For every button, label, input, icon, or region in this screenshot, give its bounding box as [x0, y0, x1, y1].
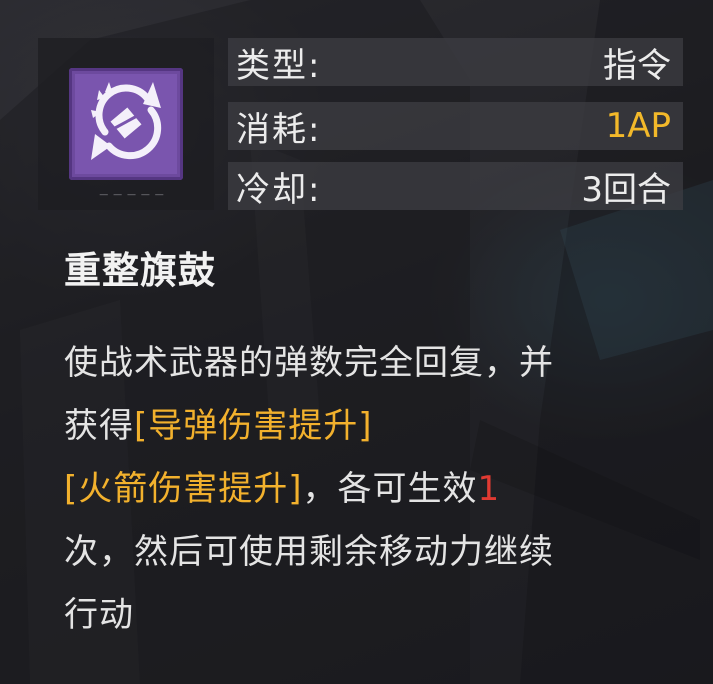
cost-value: 1AP [605, 106, 671, 146]
buff-missile-damage: [导弹伤害提升] [134, 406, 373, 446]
stat-row-cost: 消耗: 1AP [228, 102, 683, 150]
stat-row-type: 类型: 指令 [228, 38, 683, 86]
type-label: 类型: [236, 45, 322, 86]
description-line-5: 行动 [64, 595, 134, 635]
description-line-1: 使战术武器的弹数完全回复，并 [64, 343, 554, 383]
description-line-4: 次，然后可使用剩余移动力继续 [64, 532, 554, 572]
description-line-3: [火箭伤害提升]，各可生效1 [64, 458, 689, 521]
shield-arrow-icon [69, 68, 183, 180]
description-line-2: 获得[导弹伤害提升] [64, 395, 689, 458]
skill-description: 使战术武器的弹数完全回复，并 获得[导弹伤害提升] [火箭伤害提升]，各可生效1… [64, 332, 689, 647]
cooldown-value: 3回合 [581, 169, 671, 210]
icon-caption-text: — — — — — [99, 190, 165, 200]
buff-rocket-damage: [火箭伤害提升] [64, 469, 303, 509]
effect-count: 1 [477, 469, 501, 509]
type-value: 指令 [603, 45, 671, 86]
cost-label: 消耗: [236, 109, 322, 150]
skill-name: 重整旗鼓 [64, 249, 216, 292]
description-text: 获得 [64, 406, 134, 446]
stat-row-cooldown: 冷却: 3回合 [228, 162, 683, 210]
description-text: ，各可生效 [302, 469, 478, 509]
cooldown-label: 冷却: [236, 169, 322, 210]
